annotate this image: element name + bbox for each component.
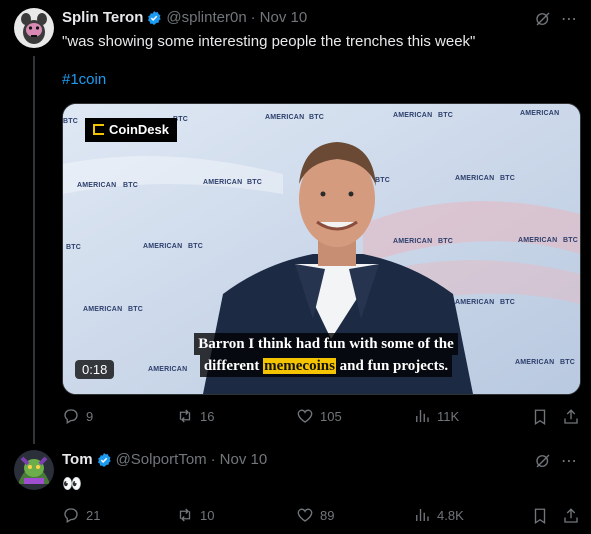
repost-button[interactable]: 16 xyxy=(176,407,214,425)
backdrop-text: BTC xyxy=(438,112,453,119)
backdrop-text: BTC xyxy=(188,243,203,250)
like-count: 89 xyxy=(320,507,335,523)
views-count: 4.8K xyxy=(437,507,464,523)
backdrop-text: BTC xyxy=(309,114,324,121)
reply-icon xyxy=(64,409,78,424)
share-icon[interactable] xyxy=(562,507,580,530)
reply-icon xyxy=(64,508,78,523)
backdrop-text: BTC xyxy=(247,179,262,186)
display-name[interactable]: Tom xyxy=(62,451,93,468)
backdrop-text: AMERICAN xyxy=(455,175,495,182)
caption-pre: different xyxy=(203,358,260,374)
verified-badge-icon xyxy=(146,10,162,26)
share-icon[interactable] xyxy=(562,408,580,431)
backdrop-text: AMERICAN xyxy=(520,110,560,117)
brand-name: CoinDesk xyxy=(109,122,169,137)
more-options-icon[interactable]: ⋯ xyxy=(561,9,578,29)
backdrop-text: AMERICAN xyxy=(77,182,117,189)
caption-line-1: Barron I think had fun with some of the xyxy=(194,333,458,355)
backdrop-text: AMERICAN xyxy=(393,112,433,119)
backdrop-text: AMERICAN xyxy=(455,299,495,306)
heart-icon xyxy=(297,409,313,423)
post-date[interactable]: Nov 10 xyxy=(220,451,268,468)
tweet-header: Tom @SolportTom · Nov 10 xyxy=(62,451,267,468)
display-name[interactable]: Splin Teron xyxy=(62,9,143,26)
heart-icon xyxy=(297,508,313,522)
date-separator: · xyxy=(210,451,216,468)
post-date[interactable]: Nov 10 xyxy=(260,9,308,26)
avatar[interactable] xyxy=(14,450,54,490)
backdrop-text: BTC xyxy=(500,175,515,182)
reply-button[interactable]: 9 xyxy=(62,407,93,425)
video-player[interactable]: BTC BTC AMERICAN BTC AMERICAN BTC AMERIC… xyxy=(62,103,581,395)
coindesk-logo: CoinDesk xyxy=(85,118,177,142)
backdrop-text: BTC xyxy=(563,237,578,244)
backdrop-text: AMERICAN xyxy=(518,237,558,244)
views-button[interactable]: 4.8K xyxy=(413,506,464,524)
backdrop-text: AMERICAN xyxy=(515,359,555,366)
backdrop-text: AMERICAN xyxy=(393,238,433,245)
reply-count: 9 xyxy=(86,408,94,424)
tweet-text: 👀 xyxy=(62,476,82,493)
thread-connector-line xyxy=(33,56,35,444)
backdrop-text: BTC xyxy=(128,306,143,313)
bookmark-icon[interactable] xyxy=(531,408,549,431)
backdrop-text: AMERICAN xyxy=(203,179,243,186)
verified-badge-icon xyxy=(96,452,112,468)
coindesk-mark-icon xyxy=(93,124,104,135)
video-caption: Barron I think had fun with some of the … xyxy=(171,333,481,377)
backdrop-text: BTC xyxy=(123,182,138,189)
repost-count: 10 xyxy=(200,507,215,523)
backdrop-text: AMERICAN xyxy=(265,114,305,121)
backdrop-text: BTC xyxy=(560,359,575,366)
backdrop-text: BTC xyxy=(66,244,81,251)
like-button[interactable]: 105 xyxy=(296,407,342,425)
analytics-icon xyxy=(416,410,429,422)
avatar[interactable] xyxy=(14,8,54,48)
backdrop-text: BTC xyxy=(438,238,453,245)
like-button[interactable]: 89 xyxy=(296,506,334,524)
views-button[interactable]: 11K xyxy=(413,407,459,425)
reply-button[interactable]: 21 xyxy=(62,506,100,524)
repost-count: 16 xyxy=(200,408,215,424)
grok-icon[interactable] xyxy=(534,10,552,33)
views-count: 11K xyxy=(437,408,460,424)
reply-count: 21 xyxy=(86,507,101,523)
repost-button[interactable]: 10 xyxy=(176,506,214,524)
backdrop-text: BTC xyxy=(500,299,515,306)
avatar-image xyxy=(14,8,54,48)
caption-highlight: memecoins xyxy=(263,358,336,374)
analytics-icon xyxy=(416,509,429,521)
date-separator: · xyxy=(250,9,256,26)
backdrop-text: AMERICAN xyxy=(143,243,183,250)
repost-icon xyxy=(179,508,191,522)
like-count: 105 xyxy=(320,408,342,424)
hashtag-link[interactable]: #1coin xyxy=(62,71,106,88)
backdrop-text: BTC xyxy=(375,177,390,184)
avatar-image xyxy=(14,450,54,490)
video-duration: 0:18 xyxy=(75,360,115,379)
caption-line-2: different memecoins and fun projects. xyxy=(199,355,453,377)
caption-post: and fun projects. xyxy=(339,358,449,374)
bookmark-icon[interactable] xyxy=(531,507,549,530)
handle[interactable]: @SolportTom xyxy=(116,451,207,468)
repost-icon xyxy=(179,409,191,423)
backdrop-text: AMERICAN xyxy=(83,306,123,313)
more-options-icon[interactable]: ⋯ xyxy=(561,451,578,471)
grok-icon[interactable] xyxy=(534,452,552,475)
tweet-header: Splin Teron @splinter0n · Nov 10 xyxy=(62,9,307,26)
tweet-text: "was showing some interesting people the… xyxy=(62,33,476,50)
handle[interactable]: @splinter0n xyxy=(166,9,246,26)
backdrop-text: BTC xyxy=(63,118,78,125)
